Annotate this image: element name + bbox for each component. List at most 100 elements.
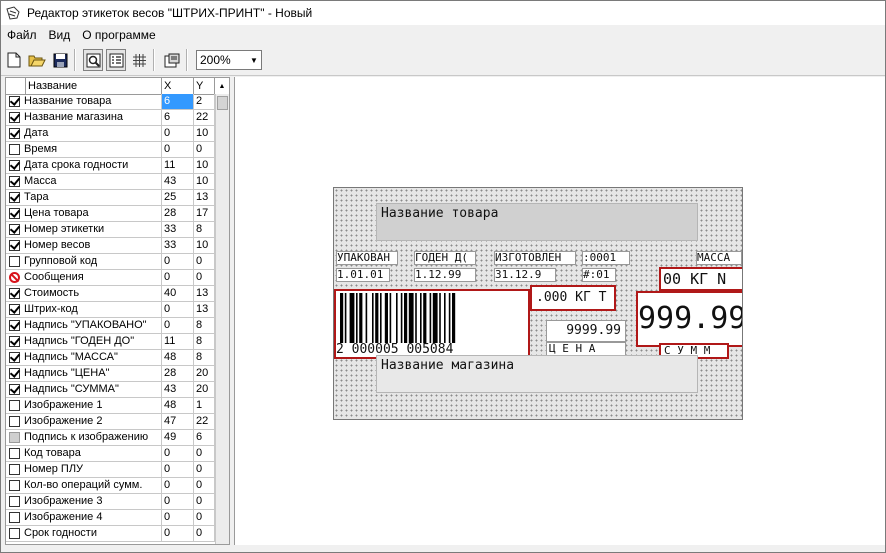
field-x-cell[interactable]: 43 (162, 174, 194, 189)
field-y-cell[interactable]: 13 (194, 302, 215, 317)
checkbox[interactable] (9, 208, 20, 219)
price-value-field[interactable]: 9999.99 (546, 320, 626, 342)
table-row[interactable]: Номер ПЛУ 0 0 (6, 462, 215, 478)
packed-caption[interactable]: УПАКОВАН (336, 251, 398, 265)
field-y-cell[interactable]: 22 (194, 110, 215, 125)
field-y-cell[interactable]: 8 (194, 350, 215, 365)
field-y-cell[interactable]: 22 (194, 414, 215, 429)
mass-caption[interactable]: МАССА (696, 251, 742, 265)
field-y-cell[interactable]: 0 (194, 526, 215, 541)
table-row[interactable]: Сообщения 0 0 (6, 270, 215, 286)
field-y-cell[interactable]: 20 (194, 382, 215, 397)
product-name-field[interactable]: Название товара (376, 203, 698, 241)
barcode-field[interactable]: 2 000005 005084 (334, 289, 530, 359)
checkbox[interactable] (9, 160, 20, 171)
manufactured-caption[interactable]: ИЗГОТОВЛЕН (494, 251, 576, 265)
field-y-cell[interactable]: 10 (194, 158, 215, 173)
checkbox[interactable] (9, 112, 20, 123)
field-y-cell[interactable]: 0 (194, 254, 215, 269)
field-y-cell[interactable]: 20 (194, 366, 215, 381)
table-row[interactable]: Тара 25 13 (6, 190, 215, 206)
field-y-cell[interactable]: 10 (194, 174, 215, 189)
zoom-select[interactable]: 200% ▼ (196, 50, 262, 70)
manufactured-date[interactable]: 31.12.9 (494, 268, 556, 282)
table-row[interactable]: Изображение 2 47 22 (6, 414, 215, 430)
scroll-up-icon[interactable]: ▲ (215, 78, 229, 94)
table-row[interactable]: Стоимость 40 13 (6, 286, 215, 302)
field-y-cell[interactable]: 0 (194, 142, 215, 157)
table-row[interactable]: Код товара 0 0 (6, 446, 215, 462)
field-x-cell[interactable]: 11 (162, 334, 194, 349)
checkbox[interactable] (9, 240, 20, 251)
table-row[interactable]: Масса 43 10 (6, 174, 215, 190)
chevron-down-icon[interactable]: ▼ (247, 51, 261, 69)
header-y[interactable]: Y (194, 78, 215, 94)
checkbox[interactable] (9, 448, 20, 459)
checkbox[interactable] (9, 288, 20, 299)
checkbox[interactable] (9, 384, 20, 395)
table-row[interactable]: Дата срока годности 11 10 (6, 158, 215, 174)
field-y-cell[interactable]: 13 (194, 286, 215, 301)
checkbox[interactable] (9, 400, 20, 411)
field-x-cell[interactable]: 28 (162, 366, 194, 381)
field-x-cell[interactable]: 0 (162, 462, 194, 477)
table-row[interactable]: Надпись "МАССА" 48 8 (6, 350, 215, 366)
field-x-cell[interactable]: 40 (162, 286, 194, 301)
field-x-cell[interactable]: 0 (162, 526, 194, 541)
checkbox[interactable] (9, 256, 20, 267)
checkbox[interactable] (9, 320, 20, 331)
header-name[interactable]: Название (26, 78, 162, 94)
table-row[interactable]: Надпись "УПАКОВАНО" 0 8 (6, 318, 215, 334)
field-x-cell[interactable]: 0 (162, 478, 194, 493)
open-button[interactable] (27, 49, 47, 71)
field-x-cell[interactable]: 0 (162, 318, 194, 333)
properties-button[interactable] (162, 49, 182, 71)
checkbox[interactable] (9, 464, 20, 475)
checkbox[interactable] (9, 480, 20, 491)
field-x-cell[interactable]: 0 (162, 126, 194, 141)
field-y-cell[interactable]: 0 (194, 494, 215, 509)
store-name-field[interactable]: Название магазина (376, 355, 698, 393)
best-before-date[interactable]: 1.12.99 (414, 268, 476, 282)
table-row[interactable]: Изображение 1 48 1 (6, 398, 215, 414)
field-x-cell[interactable]: 0 (162, 254, 194, 269)
field-y-cell[interactable]: 8 (194, 334, 215, 349)
table-row[interactable]: Дата 0 10 (6, 126, 215, 142)
unit-field[interactable]: 00 КГ N (659, 267, 742, 291)
save-button[interactable] (50, 49, 70, 71)
table-row[interactable]: Время 0 0 (6, 142, 215, 158)
field-x-cell[interactable]: 25 (162, 190, 194, 205)
table-row[interactable]: Изображение 3 00 (6, 494, 215, 510)
checkbox[interactable] (9, 528, 20, 539)
checkbox[interactable] (9, 304, 20, 315)
field-x-cell[interactable]: 43 (162, 382, 194, 397)
field-y-cell[interactable]: 10 (194, 126, 215, 141)
table-row[interactable]: Подпись к изображению 49 6 (6, 430, 215, 446)
list-view-button[interactable] (106, 49, 126, 71)
field-y-cell[interactable]: 0 (194, 462, 215, 477)
field-x-cell[interactable]: 0 (162, 302, 194, 317)
field-y-cell[interactable]: 17 (194, 206, 215, 221)
new-file-button[interactable] (4, 49, 24, 71)
checkbox[interactable] (9, 336, 20, 347)
table-row[interactable]: Надпись "ГОДЕН ДО" 11 8 (6, 334, 215, 350)
field-x-cell[interactable]: 0 (162, 510, 194, 525)
table-row[interactable]: Номер весов 33 10 (6, 238, 215, 254)
price-caption[interactable]: Ц Е Н А (546, 342, 626, 356)
packed-date[interactable]: 1.01.01 (336, 268, 390, 282)
checkbox[interactable] (9, 496, 20, 507)
field-y-cell[interactable]: 10 (194, 238, 215, 253)
table-row[interactable]: Срок годности 0 0 (6, 526, 215, 542)
field-x-cell[interactable]: 47 (162, 414, 194, 429)
field-x-cell[interactable]: 0 (162, 270, 194, 285)
table-row[interactable]: Цена товара 28 17 (6, 206, 215, 222)
checkbox[interactable] (9, 96, 20, 107)
table-row[interactable]: Изображение 4 00 (6, 510, 215, 526)
table-row[interactable]: Надпись "ЦЕНА" 28 20 (6, 366, 215, 382)
field-y-cell[interactable]: 13 (194, 190, 215, 205)
table-row[interactable]: Групповой код 0 0 (6, 254, 215, 270)
table-row[interactable]: Надпись "СУММА" 43 20 (6, 382, 215, 398)
field-y-cell[interactable]: 6 (194, 430, 215, 445)
checkbox[interactable] (9, 176, 20, 187)
field-x-cell[interactable]: 48 (162, 398, 194, 413)
